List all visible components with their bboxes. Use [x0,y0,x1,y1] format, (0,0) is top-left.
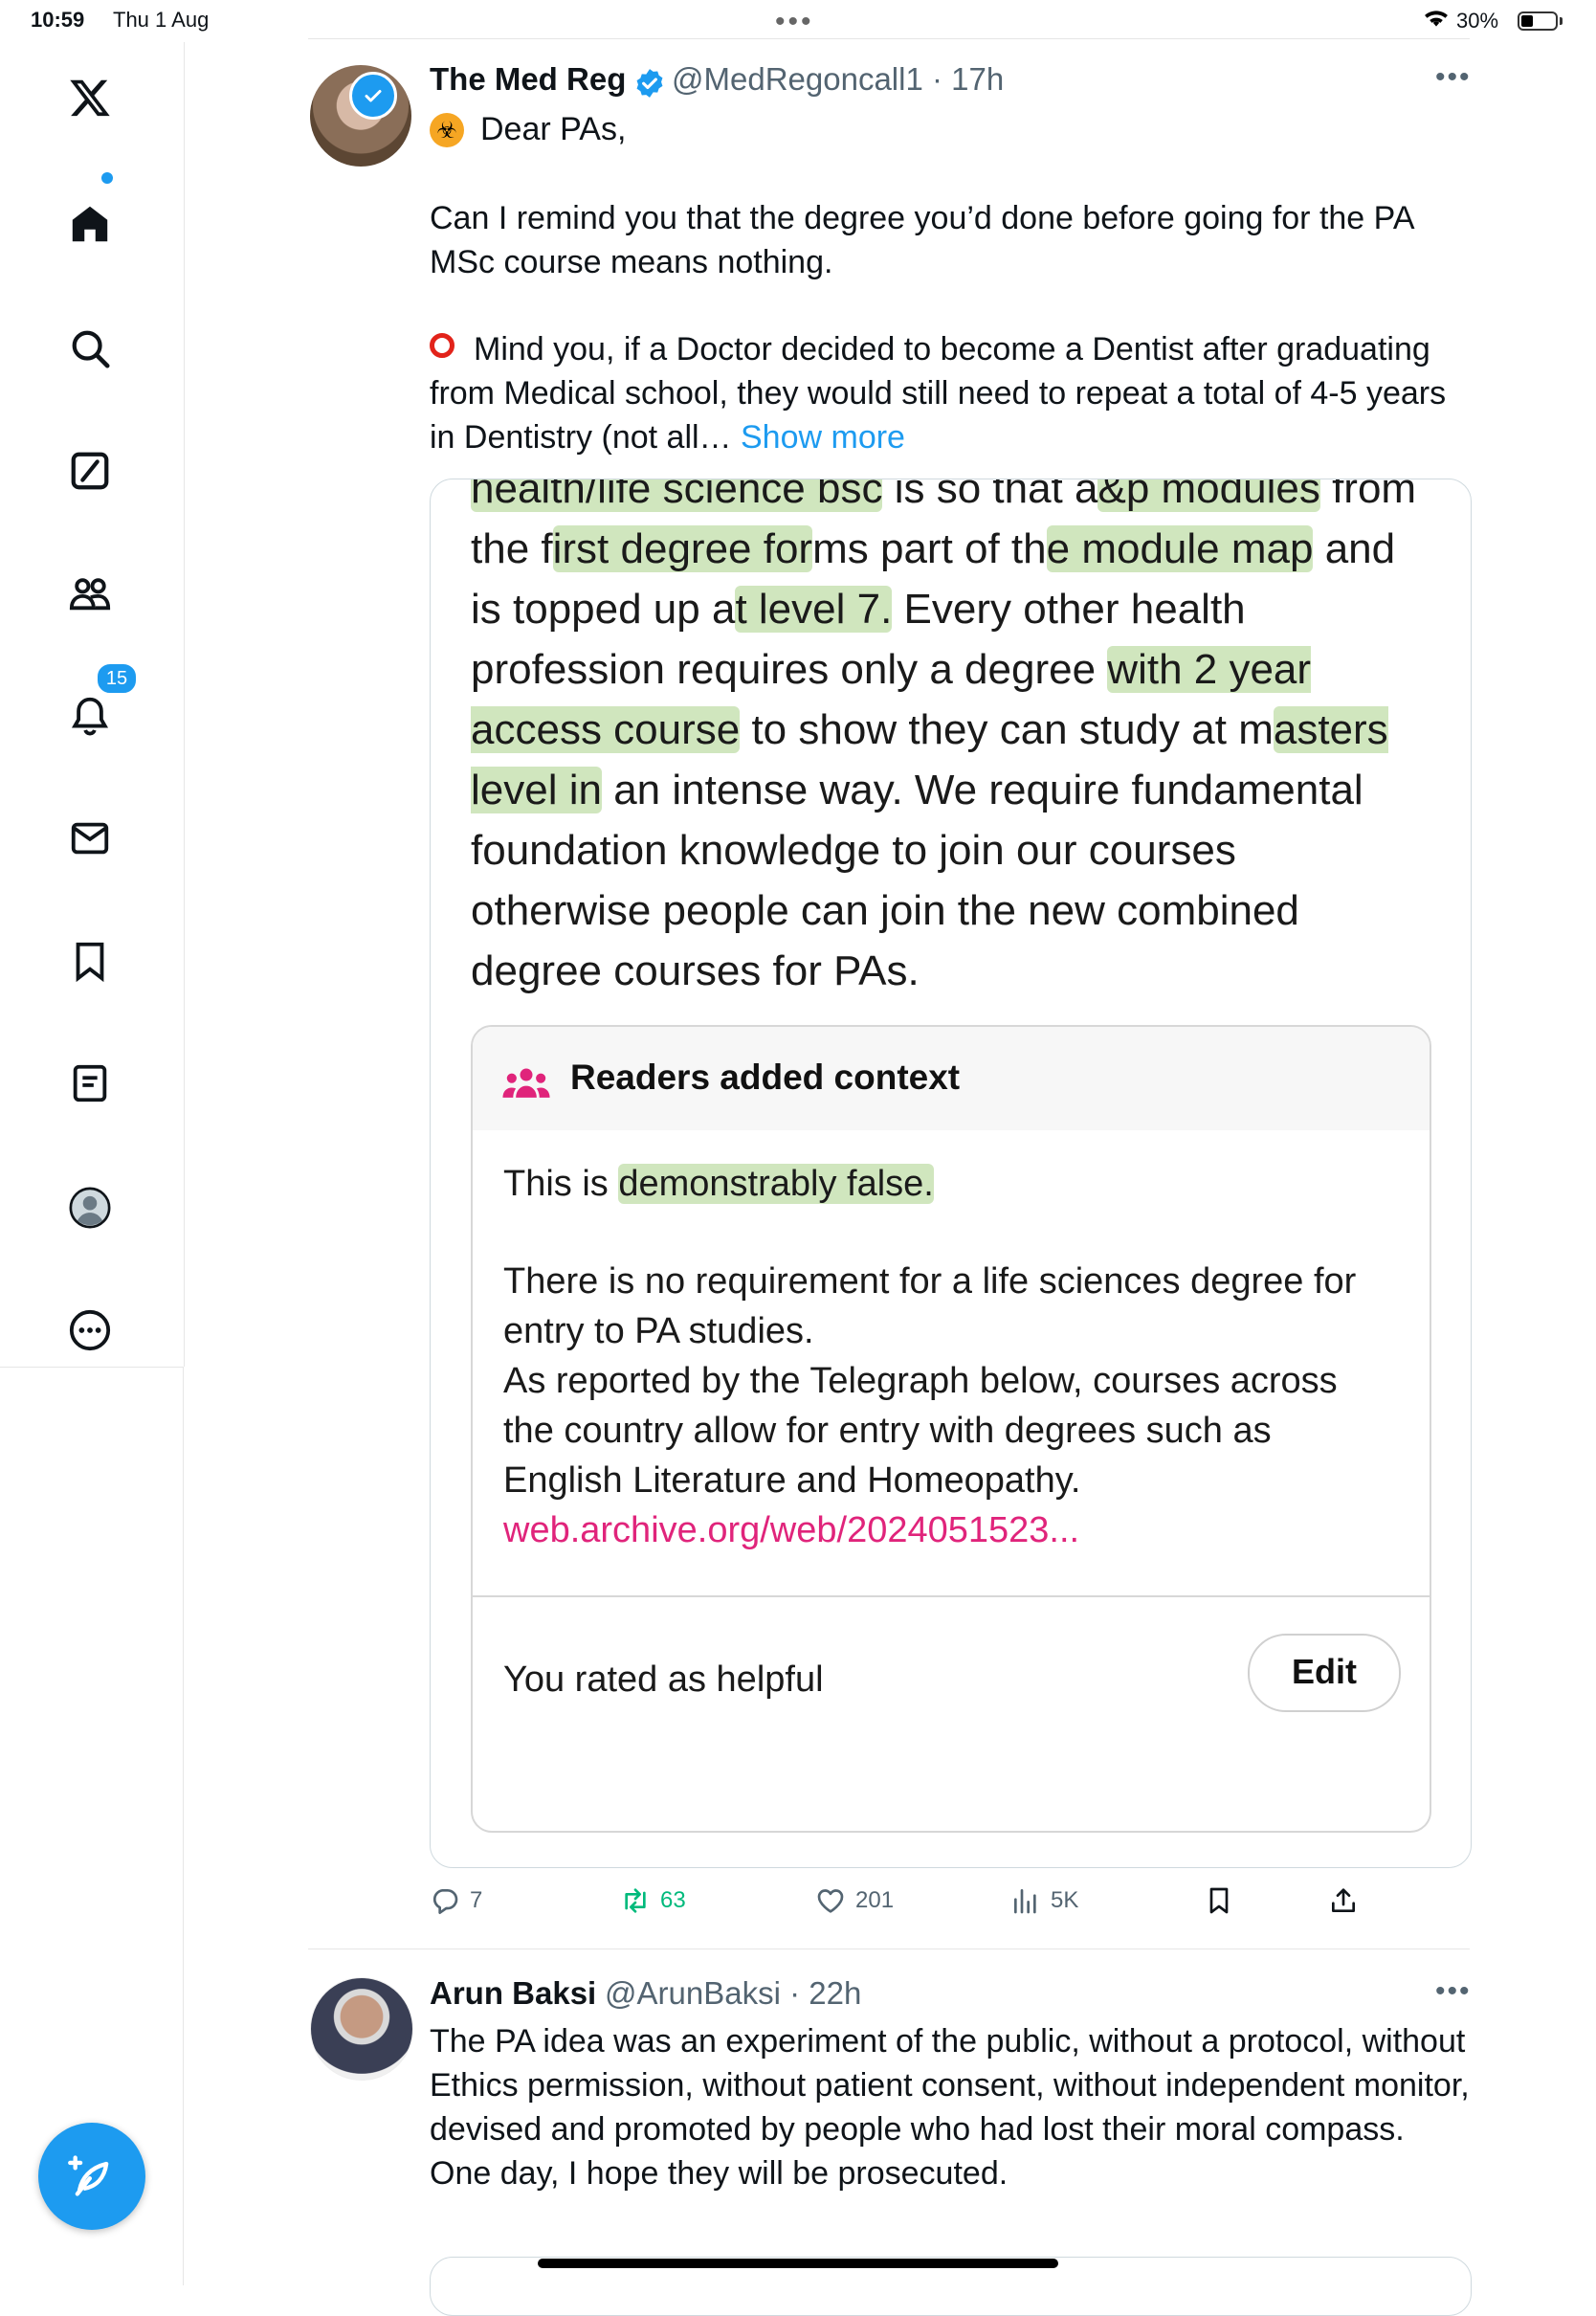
text-segment: ms part of th [812,525,1047,572]
author-handle: @MedRegoncall1 [672,61,923,97]
sidebar-divider [0,1367,184,1368]
sidebar [0,42,185,1367]
note-paragraph-2: There is no requirement for a life scien… [503,1261,1357,1351]
like-button[interactable]: 201 [815,1883,894,1918]
heart-icon [817,1889,844,1913]
search-icon[interactable] [63,322,117,375]
tweet-more-icon[interactable]: ••• [1435,1975,1472,2008]
battery-icon [1518,11,1558,31]
sidebar-border [183,1367,184,2285]
like-count: 201 [855,1887,895,1913]
share-icon [1332,1888,1355,1912]
people-icon[interactable] [63,567,117,620]
tweet-more-icon[interactable]: ••• [1435,61,1472,94]
bookmark-icon [1209,1887,1229,1914]
views-icon [1014,1889,1036,1914]
retweet-count: 63 [660,1887,686,1913]
bookmark-icon[interactable] [63,934,117,988]
notification-badge: 15 [96,662,138,695]
verified-badge-icon [633,67,666,100]
status-date: Thu 1 Aug [113,8,210,32]
note-paragraph-3: As reported by the Telegraph below, cour… [503,1361,1338,1501]
tweet-media-image[interactable]: health/life science bsc is so that a&p m… [430,479,1472,1868]
bell-icon[interactable] [63,689,117,743]
note-source-link[interactable]: web.archive.org/web/2024051523... [503,1505,1393,1555]
reply-count: 7 [470,1887,483,1913]
tweet-body: The PA idea was an experiment of the pub… [430,2023,1470,2192]
highlighted-segment: health/life science bsc [471,479,883,512]
biohazard-icon: ☣ [430,113,464,147]
edit-rating-button[interactable]: Edit [1248,1634,1401,1712]
top-divider [308,38,1470,39]
bookmark-button[interactable] [1204,1883,1234,1918]
list-icon[interactable] [63,1057,117,1110]
tweet-paragraph-2: Mind you, if a Doctor decided to become … [430,327,1473,459]
community-note: Readers added context This is demonstrab… [471,1025,1431,1833]
highlighted-segment: &p modules [1097,479,1320,512]
readers-icon [502,1068,550,1098]
author-handle-time[interactable]: @MedRegoncall1 · 17h [672,61,1004,98]
battery-tip [1560,17,1563,25]
author-handle: @ArunBaksi [605,1975,781,2011]
highlighted-segment: irst degree for [552,525,813,572]
share-button[interactable] [1328,1883,1359,1918]
wifi-icon [1424,8,1449,34]
author-name[interactable]: Arun Baksi [430,1975,596,2012]
tweet-time: 17h [951,61,1005,97]
retweet-icon [625,1888,646,1913]
media-highlighted-text: health/life science bsc is so that a&p m… [471,479,1428,1001]
mail-icon[interactable] [63,812,117,865]
reply-icon [432,1889,458,1914]
home-indicator[interactable] [538,2259,1058,2268]
note-paragraph-1: This is demonstrably false. [503,1159,1393,1209]
highlighted-segment: e module map [1046,525,1314,572]
compose-icon [68,2155,109,2196]
note-p1-highlight: demonstrably false. [618,1164,934,1204]
text-segment: to show they can study at m [740,706,1274,753]
author-avatar[interactable] [310,1977,413,2081]
more-icon[interactable] [63,1303,117,1357]
status-time: 10:59 [31,8,85,32]
views-button[interactable]: 5K [1010,1883,1078,1918]
compose-button[interactable] [38,2123,145,2230]
retweet-button[interactable]: 63 [620,1883,686,1918]
avatar-verified-icon [349,72,397,120]
tweet-time: 22h [809,1975,862,2011]
tweet-greeting: Dear PAs, [480,111,627,147]
author-handle-time[interactable]: @ArunBaksi · 22h [605,1975,861,2012]
home-icon[interactable] [63,197,117,251]
home-unread-dot [101,172,113,184]
community-note-title: Readers added context [570,1058,961,1097]
note-divider [473,1595,1430,1597]
author-name[interactable]: The Med Reg [430,61,626,98]
x-logo-icon[interactable] [63,71,117,124]
note-p1-prefix: This is [503,1164,619,1204]
community-note-header: Readers added context [473,1027,1430,1130]
multitasking-dots-icon[interactable]: ••• [775,6,814,38]
view-count: 5K [1051,1887,1079,1913]
show-more-link[interactable]: Show more [741,419,905,456]
avatar-icon[interactable] [63,1181,117,1235]
text-segment: is so that a [882,479,1098,512]
highlighted-segment: t level 7. [735,586,893,633]
tweet-paragraph-1: Can I remind you that the degree you’d d… [430,200,1413,280]
tweet-paragraph-2-text: Mind you, if a Doctor decided to become … [430,331,1447,456]
grok-icon[interactable] [63,444,117,498]
battery-percent: 30% [1456,9,1499,33]
status-bar: 10:59 Thu 1 Aug ••• 30% [0,0,1596,42]
text-segment: an intense way. We require fundamental f… [471,767,1363,994]
reply-button[interactable]: 7 [430,1883,482,1918]
